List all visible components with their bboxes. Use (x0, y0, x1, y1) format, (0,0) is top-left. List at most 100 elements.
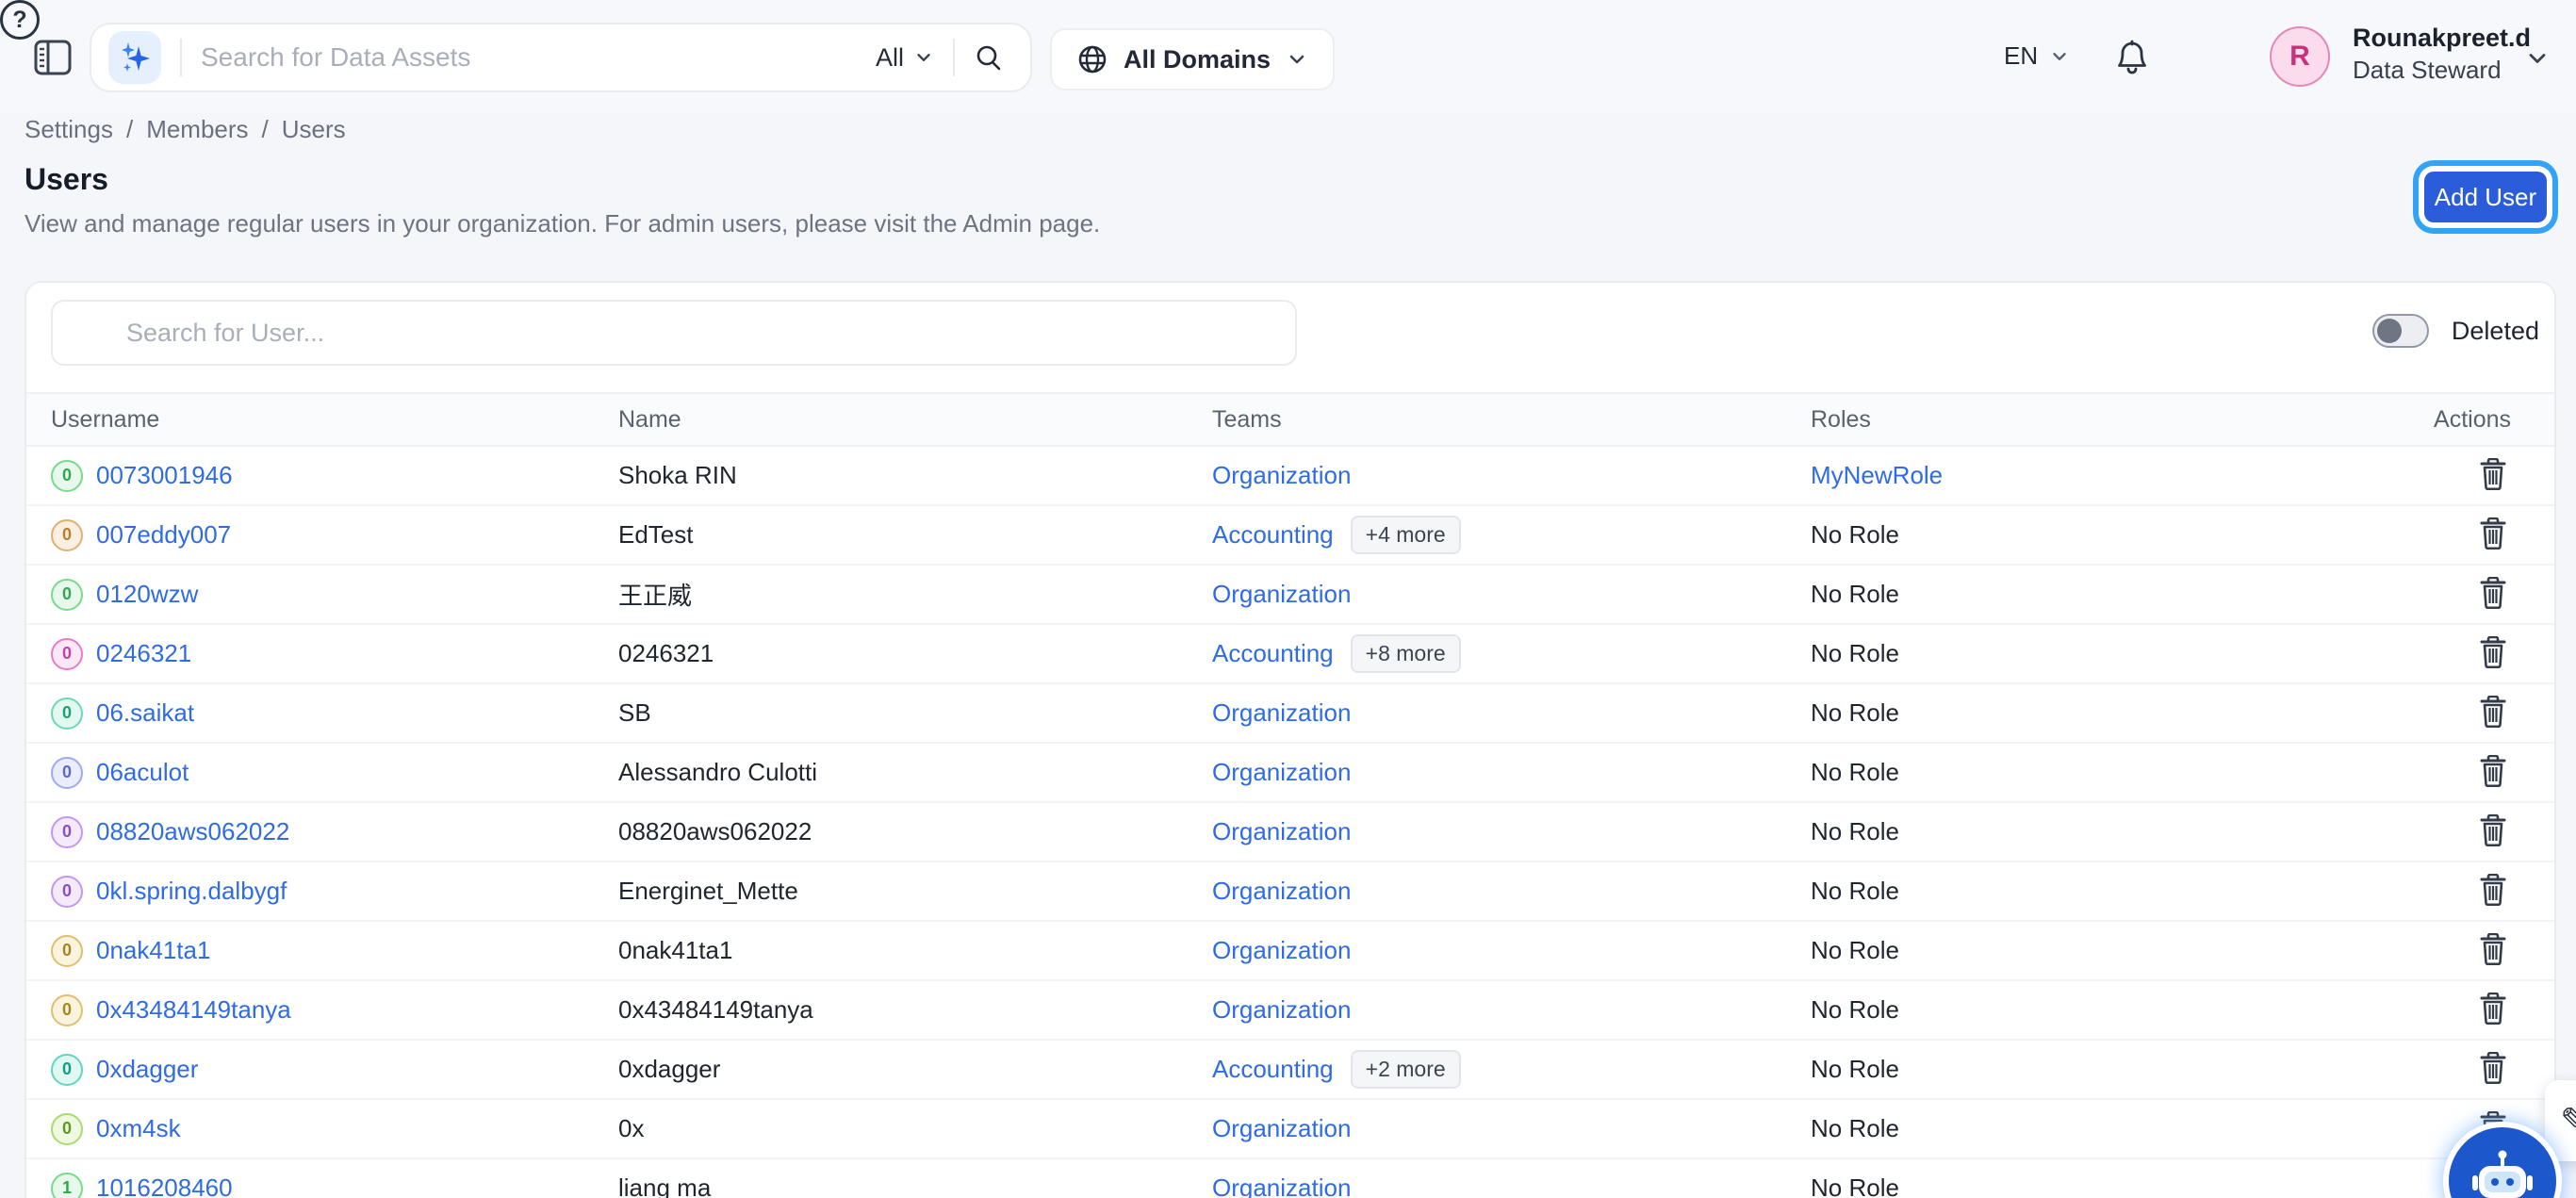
add-user-button[interactable]: Add User (2424, 172, 2547, 222)
ai-sparkles-icon[interactable] (108, 31, 161, 84)
trash-icon (2479, 696, 2507, 728)
user-fullname: 王正威 (618, 582, 692, 610)
table-row: 0 007eddy007 EdTest Accounting +4 more N… (26, 505, 2554, 565)
delete-user-button[interactable] (2475, 692, 2511, 731)
table-row: 0 0073001946 Shoka RIN Organization MyNe… (26, 446, 2554, 505)
breadcrumb-members[interactable]: Members (146, 115, 248, 144)
team-link[interactable]: Accounting (1212, 1055, 1334, 1084)
divider (953, 39, 955, 76)
user-avatar: 0 (51, 757, 83, 789)
trash-icon (2479, 636, 2507, 668)
delete-user-button[interactable] (2475, 751, 2511, 791)
top-bar: All All Domains EN ? R Rounakpreet.d Dat… (0, 0, 2576, 113)
team-link[interactable]: Organization (1212, 1114, 1351, 1143)
user-fullname: 08820aws062022 (618, 817, 812, 845)
username-link[interactable]: 007eddy007 (96, 520, 231, 550)
chevron-down-icon[interactable] (2524, 45, 2551, 72)
table-row: 0 06.saikat SB Organization No Role (26, 683, 2554, 743)
trash-icon (2479, 874, 2507, 906)
user-fullname: 0nak41ta1 (618, 936, 732, 964)
user-fullname: EdTest (618, 520, 694, 549)
role-value: No Role (1811, 580, 1899, 608)
username-link[interactable]: 0x43484149tanya (96, 995, 291, 1025)
team-link[interactable]: Organization (1212, 995, 1351, 1025)
user-fullname: 0xdagger (618, 1055, 720, 1083)
delete-user-button[interactable] (2475, 1048, 2511, 1088)
username-link[interactable]: 06aculot (96, 758, 189, 787)
delete-user-button[interactable] (2475, 989, 2511, 1028)
user-search-input[interactable] (51, 300, 1297, 366)
delete-user-button[interactable] (2475, 811, 2511, 850)
sidebar-toggle-icon[interactable] (34, 40, 72, 75)
breadcrumb-users[interactable]: Users (282, 115, 346, 144)
team-link[interactable]: Organization (1212, 461, 1351, 490)
page-description: View and manage regular users in your or… (25, 209, 1100, 238)
trash-icon (2479, 517, 2507, 550)
all-domains-dropdown[interactable]: All Domains (1050, 28, 1335, 90)
search-scope-label: All (876, 43, 904, 73)
team-link[interactable]: Organization (1212, 580, 1351, 609)
delete-user-button[interactable] (2475, 514, 2511, 553)
team-link[interactable]: Organization (1212, 936, 1351, 965)
team-link[interactable]: Organization (1212, 817, 1351, 846)
chevron-down-icon (2049, 46, 2070, 67)
global-search-bar[interactable]: All (90, 23, 1032, 92)
table-row: 0 0x43484149tanya 0x43484149tanya Organi… (26, 980, 2554, 1040)
pencil-icon: ✎ (2560, 1100, 2576, 1142)
deleted-toggle[interactable] (2372, 314, 2429, 348)
user-fullname: liang ma (618, 1173, 711, 1198)
delete-user-button[interactable] (2475, 632, 2511, 672)
user-avatar: 0 (51, 1113, 83, 1145)
username-link[interactable]: 08820aws062022 (96, 817, 289, 846)
user-role: Data Steward (2353, 55, 2531, 86)
username-link[interactable]: 1016208460 (96, 1173, 233, 1198)
toggle-knob (2377, 319, 2402, 343)
team-link[interactable]: Accounting (1212, 520, 1334, 550)
user-avatar: 0 (51, 876, 83, 908)
username-link[interactable]: 0246321 (96, 639, 191, 668)
username-link[interactable]: 0xm4sk (96, 1114, 181, 1143)
user-avatar-badge[interactable]: R (2270, 26, 2330, 87)
username-link[interactable]: 06.saikat (96, 698, 194, 728)
language-dropdown[interactable]: EN (2004, 41, 2070, 71)
column-header-roles: Roles (1811, 393, 2381, 446)
notifications-bell-icon[interactable] (2111, 38, 2153, 79)
role-value: No Role (1811, 817, 1899, 845)
team-link[interactable]: Organization (1212, 758, 1351, 787)
robot-icon (2467, 1145, 2538, 1198)
username-link[interactable]: 0kl.spring.dalbygf (96, 877, 287, 906)
username-link[interactable]: 0xdagger (96, 1055, 198, 1084)
user-name: Rounakpreet.d (2353, 23, 2531, 55)
user-fullname: 0x (618, 1114, 644, 1142)
team-link[interactable]: Organization (1212, 877, 1351, 906)
role-value: No Role (1811, 1114, 1899, 1142)
column-header-username: Username (26, 393, 618, 446)
user-avatar: 0 (51, 1054, 83, 1086)
teams-more-badge[interactable]: +4 more (1351, 516, 1461, 554)
search-icon[interactable] (974, 42, 1004, 73)
delete-user-button[interactable] (2475, 870, 2511, 910)
user-fullname: Alessandro Culotti (618, 758, 817, 786)
delete-user-button[interactable] (2475, 929, 2511, 969)
team-link[interactable]: Organization (1212, 698, 1351, 728)
search-input[interactable] (201, 42, 876, 73)
team-link[interactable]: Organization (1212, 1173, 1351, 1198)
role-value: No Role (1811, 758, 1899, 786)
user-menu[interactable]: Rounakpreet.d Data Steward (2353, 23, 2531, 85)
team-link[interactable]: Accounting (1212, 639, 1334, 668)
globe-icon (1076, 43, 1108, 75)
delete-user-button[interactable] (2475, 573, 2511, 613)
breadcrumb-settings[interactable]: Settings (25, 115, 113, 144)
breadcrumb: Settings / Members / Users (25, 115, 346, 144)
delete-user-button[interactable] (2475, 454, 2511, 494)
username-link[interactable]: 0120wzw (96, 580, 198, 609)
teams-more-badge[interactable]: +2 more (1351, 1050, 1461, 1089)
table-row: 1 1016208460 liang ma Organization No Ro… (26, 1158, 2554, 1198)
column-header-name: Name (618, 393, 1212, 446)
search-scope-dropdown[interactable]: All (876, 43, 934, 73)
username-link[interactable]: 0073001946 (96, 461, 233, 490)
teams-more-badge[interactable]: +8 more (1351, 634, 1461, 673)
username-link[interactable]: 0nak41ta1 (96, 936, 210, 965)
help-icon[interactable]: ? (0, 0, 40, 40)
user-fullname: 0246321 (618, 639, 714, 667)
